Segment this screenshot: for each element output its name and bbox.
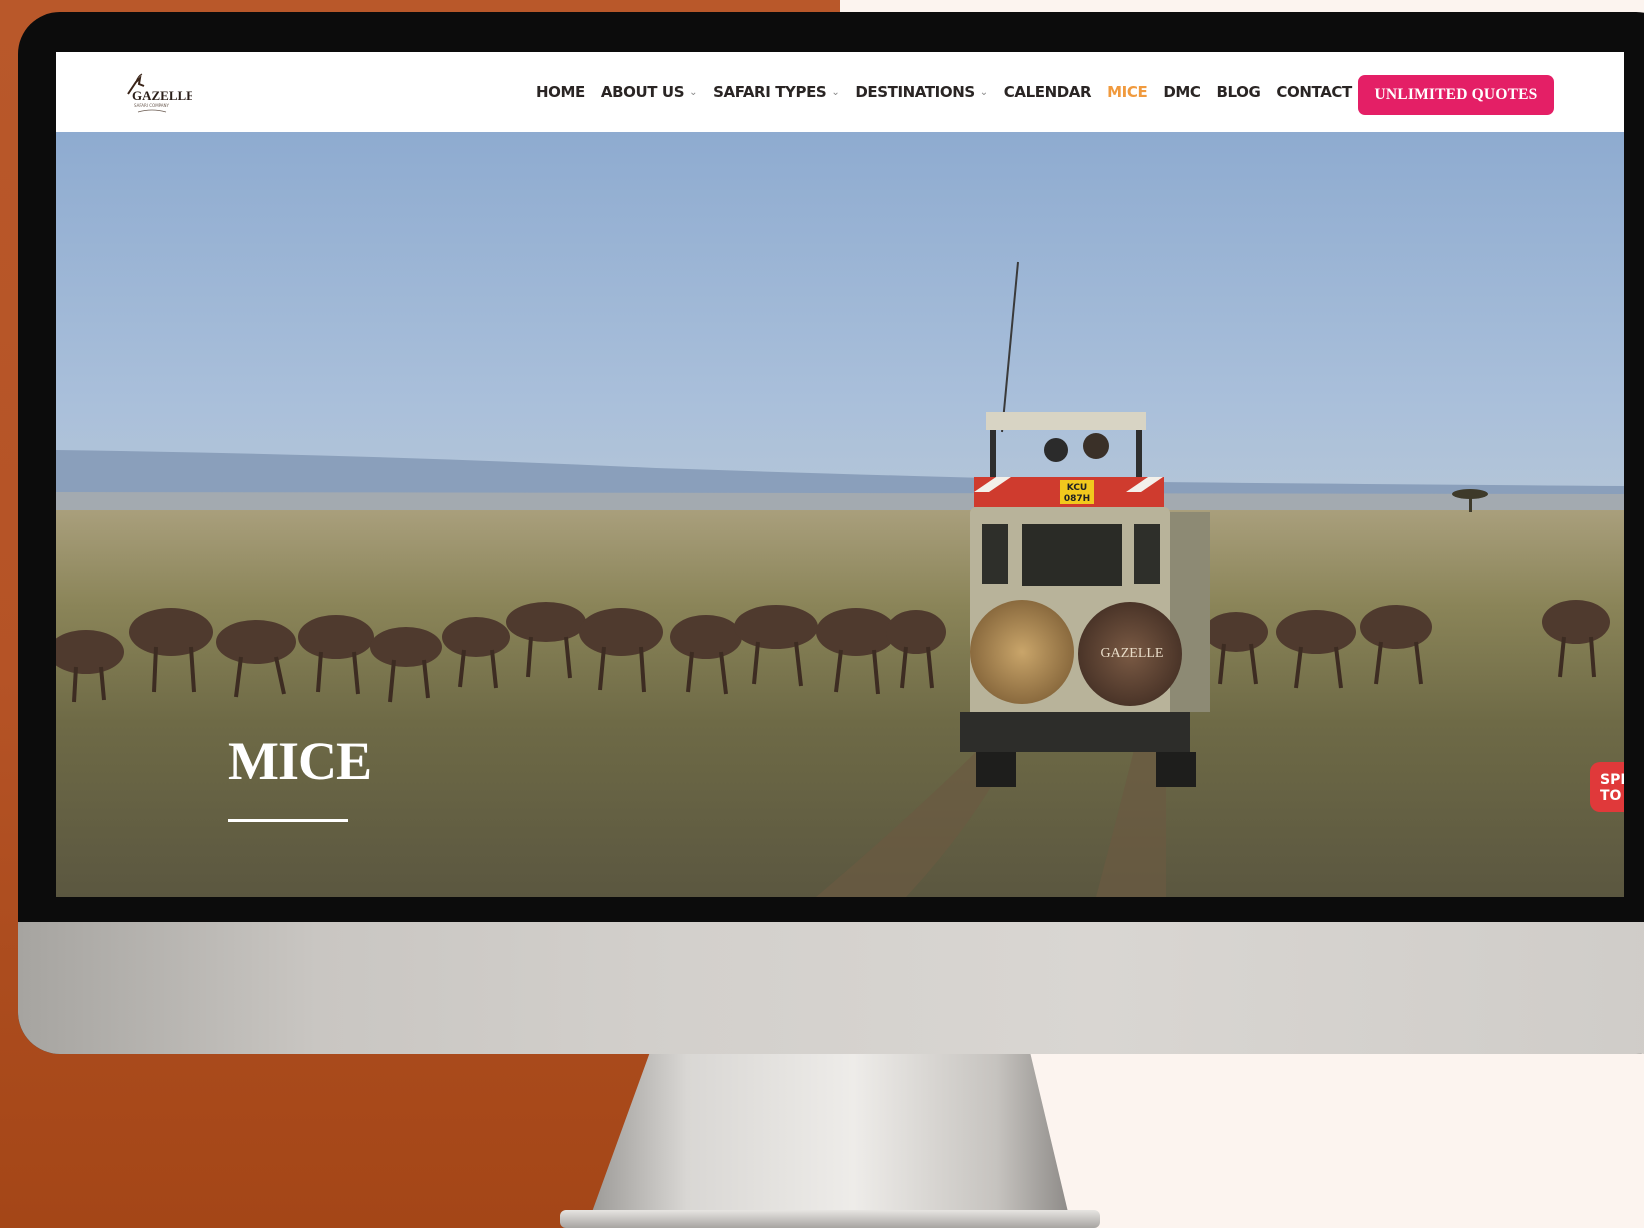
logo-wordmark: GAZELLE <box>132 88 192 103</box>
nav-item-safari-types[interactable]: SAFARI TYPES ⌄ <box>713 83 840 101</box>
chevron-down-icon: ⌄ <box>689 86 698 98</box>
logo-subtext: SAFARI COMPANY <box>134 103 170 108</box>
page-title: MICE <box>228 731 372 791</box>
chevron-down-icon: ⌄ <box>979 86 988 98</box>
nav-item-mice[interactable]: MICE <box>1107 83 1148 101</box>
nav-item-dmc[interactable]: DMC <box>1163 83 1201 101</box>
website-screen: GAZELLE SAFARI COMPANY HOME ABOUT US ⌄ S… <box>56 52 1624 897</box>
nav-label-home: HOME <box>536 83 585 101</box>
nav-item-home[interactable]: HOME <box>536 83 585 101</box>
main-navigation: HOME ABOUT US ⌄ SAFARI TYPES ⌄ DESTINATI… <box>536 52 1395 132</box>
widget-line1: SPEA <box>1600 772 1624 788</box>
speak-to-us-widget[interactable]: SPEA TO U <box>1590 762 1624 812</box>
nav-item-blog[interactable]: BLOG <box>1217 83 1261 101</box>
gazelle-logo[interactable]: GAZELLE SAFARI COMPANY <box>122 72 192 116</box>
monitor-frame: GAZELLE SAFARI COMPANY HOME ABOUT US ⌄ S… <box>18 12 1644 1054</box>
nav-label-blog: BLOG <box>1216 83 1261 101</box>
nav-label-mice: MICE <box>1107 83 1148 101</box>
nav-label-destinations: DESTINATIONS <box>855 83 975 101</box>
monitor-stand <box>560 1052 1100 1228</box>
nav-label-about-us: ABOUT US <box>600 83 685 101</box>
chevron-down-icon: ⌄ <box>831 86 840 98</box>
monitor-chin <box>18 922 1644 1054</box>
nav-label-calendar: CALENDAR <box>1003 83 1092 101</box>
nav-label-dmc: DMC <box>1163 83 1201 101</box>
widget-line2: TO U <box>1600 788 1624 804</box>
hero-banner: KCU 087H GAZELLE MICE SPEA TO U <box>56 132 1624 897</box>
vehicle-plate-line2: 087H <box>1064 494 1090 504</box>
vehicle-plate-line1: KCU <box>1067 483 1087 493</box>
nav-label-safari-types: SAFARI TYPES <box>713 83 827 101</box>
title-underline <box>228 819 348 822</box>
nav-item-calendar[interactable]: CALENDAR <box>1003 83 1092 101</box>
spare-tire-brand: GAZELLE <box>1101 646 1164 661</box>
site-header: GAZELLE SAFARI COMPANY HOME ABOUT US ⌄ S… <box>56 52 1624 132</box>
spare-tire-left <box>970 600 1074 704</box>
nav-item-about-us[interactable]: ABOUT US ⌄ <box>600 83 698 101</box>
nav-item-destinations[interactable]: DESTINATIONS ⌄ <box>855 83 988 101</box>
unlimited-quotes-button[interactable]: UNLIMITED QUOTES <box>1358 75 1554 115</box>
